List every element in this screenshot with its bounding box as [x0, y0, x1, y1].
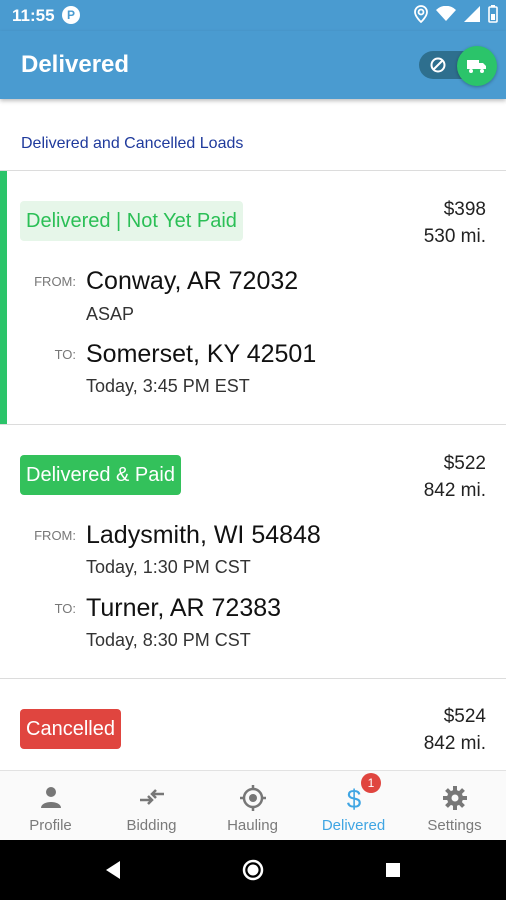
from-city: Conway, AR 72032	[86, 267, 299, 295]
wifi-icon	[436, 6, 456, 21]
status-badge: Cancelled	[20, 709, 121, 749]
load-miles: 842 mi.	[423, 480, 486, 501]
load-card[interactable]: Delivered | Not Yet Paid $398 530 mi. FR…	[0, 171, 506, 425]
from-time: Today, 1:30 PM CST	[86, 557, 251, 577]
load-miles: 530 mi.	[423, 226, 486, 247]
from-label: FROM:	[34, 528, 76, 543]
from-time: ASAP	[86, 304, 135, 324]
load-price: $522	[443, 453, 486, 474]
selected-accent-bar	[0, 171, 7, 425]
block-icon	[430, 57, 446, 73]
delivered-count-badge: 1	[361, 773, 381, 793]
truck-icon	[467, 60, 486, 73]
to-label: TO:	[54, 347, 76, 362]
nav-profile-label: Profile	[29, 817, 72, 834]
person-icon	[40, 787, 61, 808]
nav-settings[interactable]: Settings	[404, 771, 505, 841]
load-card[interactable]: Cancelled $524 842 mi.	[0, 679, 506, 770]
nav-bidding[interactable]: Bidding	[101, 771, 202, 841]
nav-delivered[interactable]: $ Delivered	[303, 771, 404, 841]
status-badge: Delivered & Paid	[20, 455, 181, 495]
status-bar: 11:55 P	[0, 0, 506, 31]
battery-icon	[488, 5, 498, 23]
svg-text:$: $	[346, 785, 361, 813]
to-label: TO:	[54, 601, 76, 616]
swap-arrows-icon	[139, 789, 164, 805]
to-city: Somerset, KY 42501	[86, 340, 317, 368]
nav-settings-label: Settings	[427, 817, 482, 834]
crosshair-icon	[239, 785, 266, 811]
status-badge: Delivered | Not Yet Paid	[20, 201, 243, 241]
nav-hauling[interactable]: Hauling	[202, 771, 303, 841]
location-icon	[414, 5, 428, 23]
recents-icon[interactable]	[385, 862, 401, 878]
load-price: $398	[443, 199, 486, 220]
nav-hauling-label: Hauling	[227, 817, 278, 834]
availability-toggle[interactable]	[419, 46, 497, 86]
page-title: Delivered	[21, 51, 130, 78]
from-city: Ladysmith, WI 54848	[86, 521, 321, 549]
back-icon[interactable]	[104, 860, 122, 880]
status-icons	[414, 5, 498, 23]
system-nav-bar	[0, 840, 506, 900]
load-price: $524	[443, 706, 486, 727]
to-time: Today, 8:30 PM CST	[86, 630, 251, 650]
nav-delivered-label: Delivered	[321, 817, 386, 834]
load-miles: 842 mi.	[423, 733, 486, 754]
home-icon[interactable]	[242, 859, 264, 881]
load-card[interactable]: Delivered & Paid $522 842 mi. FROM: Lady…	[0, 425, 506, 678]
notification-icon: P	[62, 6, 80, 24]
section-label: Delivered and Cancelled Loads	[21, 135, 244, 152]
dollar-icon: $	[346, 785, 361, 813]
toggle-knob	[457, 46, 497, 86]
app-bar: Delivered	[0, 31, 506, 99]
signal-icon	[464, 6, 480, 22]
status-time: 11:55	[12, 6, 55, 25]
to-city: Turner, AR 72383	[86, 594, 282, 622]
from-label: FROM:	[34, 274, 76, 289]
to-time: Today, 3:45 PM EST	[86, 376, 250, 396]
nav-bidding-label: Bidding	[126, 817, 177, 834]
gear-icon	[442, 786, 467, 810]
nav-profile[interactable]: Profile	[0, 771, 101, 841]
bottom-nav: Profile Bidding Hauling $ Delivered Sett…	[0, 770, 506, 841]
